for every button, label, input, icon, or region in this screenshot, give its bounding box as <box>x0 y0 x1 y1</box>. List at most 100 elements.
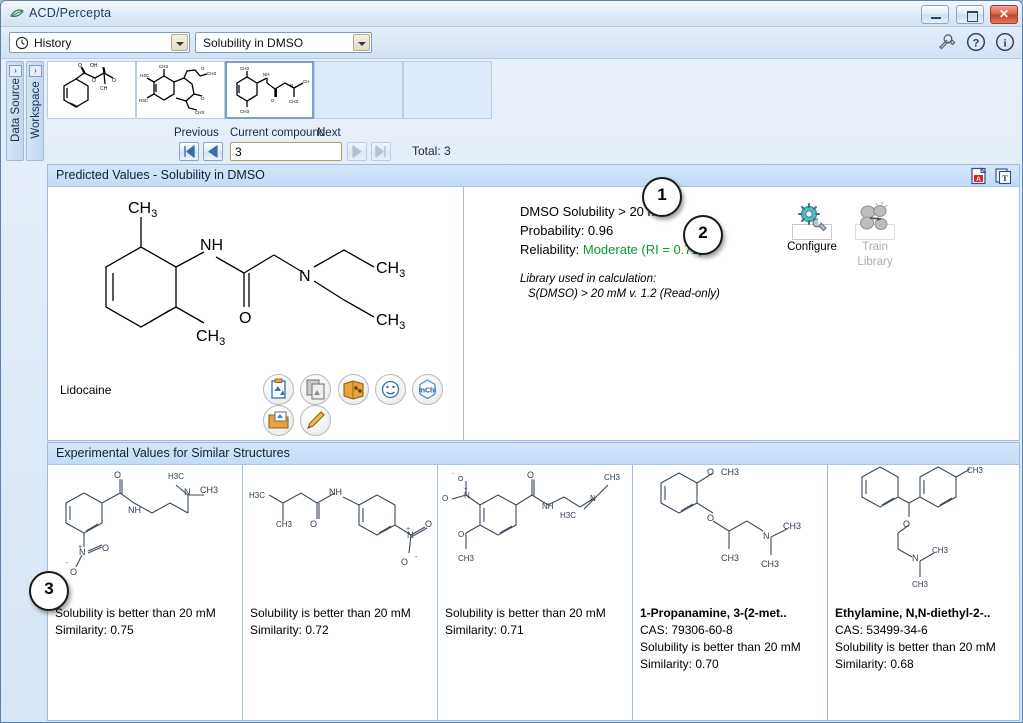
configure-button[interactable]: Configure <box>780 200 844 254</box>
current-compound-input[interactable] <box>230 142 342 161</box>
svg-text:N: N <box>184 487 191 497</box>
svg-text:CH3: CH3 <box>783 521 801 531</box>
svg-text:O: O <box>201 66 205 71</box>
svg-text:CH3: CH3 <box>761 559 779 569</box>
sidebar-tab-label: Data Source <box>10 75 22 145</box>
thumbnail-lidocaine[interactable]: CH3 CH3 NH O N CH CH3 <box>225 61 314 119</box>
open-file-button[interactable] <box>263 405 294 436</box>
thumbnail-empty-2[interactable] <box>403 61 492 119</box>
history-dropdown[interactable]: History <box>9 32 190 53</box>
similar-structure-card[interactable]: O CH3 O CH3 N CH3 CH3 1-Propanamine, 3-(… <box>633 465 828 720</box>
svg-text:O: O <box>102 543 109 553</box>
close-button[interactable]: ✕ <box>990 5 1018 24</box>
predicted-values-header: Predicted Values - Solubility in DMSO A … <box>48 165 1019 187</box>
svg-text:H3C: H3C <box>560 511 576 520</box>
svg-text:-: - <box>415 554 418 561</box>
svg-text:+: + <box>78 544 82 551</box>
sidebar-tab-data-source[interactable]: › Data Source <box>6 61 24 161</box>
previous-compound-button[interactable] <box>203 142 223 161</box>
similar-structure-card[interactable]: O NH N CH3 H3C O - N + O O CH3 <box>438 465 633 720</box>
gear-wrench-icon <box>792 224 832 240</box>
svg-text:CH3: CH3 <box>196 328 225 348</box>
export-report-icon[interactable]: T <box>994 167 1013 185</box>
svg-text:CH3: CH3 <box>240 109 249 114</box>
predicted-values-body: CH3 CH3 NH O N CH3 CH3 Lidocaine <box>48 187 1019 440</box>
info-icon[interactable]: i <box>994 31 1016 53</box>
smiles-button[interactable] <box>375 374 406 405</box>
svg-text:H3C: H3C <box>249 491 265 500</box>
first-compound-button[interactable] <box>179 142 199 161</box>
svg-text:+: + <box>464 487 468 493</box>
inchi-button[interactable]: InChI <box>412 374 443 405</box>
previous-label: Previous <box>174 127 219 139</box>
card-solubility: Solubility is better than 20 mM <box>640 639 822 656</box>
card-name: 1-Propanamine, 3-(2-met.. <box>640 605 822 622</box>
svg-text:CH3: CH3 <box>721 467 739 477</box>
svg-text:O: O <box>78 63 82 69</box>
reliability-result: Reliability: Moderate (RI = 0.71) <box>520 242 703 257</box>
svg-text:A: A <box>976 176 981 183</box>
probability-result: Probability: 0.96 <box>520 223 613 238</box>
card-text: Ethylamine, N,N-diethyl-2-.. CAS: 53499-… <box>835 605 1014 673</box>
svg-text:CH3: CH3 <box>240 66 249 71</box>
help-icon[interactable]: ? <box>965 31 987 53</box>
last-compound-button[interactable] <box>371 142 391 161</box>
predicted-values-title: Predicted Values - Solubility in DMSO <box>56 168 265 182</box>
history-dropdown-value: History <box>34 36 71 50</box>
svg-text:O: O <box>401 557 408 567</box>
svg-text:N: N <box>290 83 293 88</box>
svg-text:CH3: CH3 <box>128 200 157 220</box>
svg-text:NH: NH <box>263 72 270 77</box>
svg-text:T: T <box>1002 173 1008 183</box>
wrench-icon[interactable] <box>935 31 957 53</box>
chevron-down-icon[interactable] <box>353 34 370 51</box>
main-structure-cell: CH3 CH3 NH O N CH3 CH3 Lidocaine <box>48 187 464 440</box>
svg-text:O: O <box>425 519 432 529</box>
svg-text:CH3: CH3 <box>458 554 475 563</box>
sidebar-tab-workspace[interactable]: › Workspace <box>26 61 44 161</box>
svg-text:-: - <box>452 471 454 477</box>
edit-structure-button[interactable] <box>300 405 331 436</box>
restore-button[interactable] <box>956 5 984 24</box>
similar-structure-card[interactable]: CH3 O N CH3 CH3 Ethylamine, N,N-diethyl-… <box>828 465 1019 720</box>
predicted-values-panel: Predicted Values - Solubility in DMSO A … <box>47 164 1020 441</box>
structure-image: O NH H3C N CH3 N + O O - <box>48 465 242 591</box>
structure-tool-bar: InChI <box>260 374 463 436</box>
svg-text:O: O <box>707 467 714 477</box>
paste-structure-button[interactable] <box>263 374 294 405</box>
next-compound-button[interactable] <box>347 142 367 161</box>
thumbnail-empty-1[interactable] <box>314 61 403 119</box>
clock-icon <box>15 36 29 50</box>
minimize-button[interactable] <box>921 5 949 24</box>
module-dropdown[interactable]: Solubility in DMSO <box>195 32 372 53</box>
structure-image: O NH N CH3 H3C O - N + O O CH3 <box>438 465 632 591</box>
svg-text:CH3: CH3 <box>289 99 298 104</box>
svg-text:CH3: CH3 <box>967 466 984 475</box>
svg-text:CH3: CH3 <box>207 71 216 76</box>
card-solubility: Solubility is better than 20 mM <box>250 605 432 622</box>
compound-thumbnail-strip: O OH O O CH H3C H3C CH3 <box>47 61 1020 121</box>
svg-text:O: O <box>903 519 910 529</box>
similar-structure-card[interactable]: H3C CH3 O NH N + O O - Solubility is bet… <box>243 465 438 720</box>
dictionary-button[interactable] <box>338 374 369 405</box>
svg-text:O: O <box>458 530 464 539</box>
svg-text:NH: NH <box>128 505 141 515</box>
card-similarity: Similarity: 0.72 <box>250 622 432 639</box>
card-cas: CAS: 53499-34-6 <box>835 622 1014 639</box>
thumbnail-colchicine[interactable]: H3C H3C CH3 O CH3 O CH3 <box>136 61 225 119</box>
copy-structure-button[interactable] <box>300 374 331 405</box>
svg-text:CH3: CH3 <box>195 110 204 115</box>
svg-text:O: O <box>114 470 121 480</box>
svg-text:H3C: H3C <box>139 98 149 103</box>
train-library-button[interactable]: TrainLibrary <box>843 200 907 269</box>
svg-text:O: O <box>70 567 77 577</box>
similar-structure-card[interactable]: O NH H3C N CH3 N + O O - Solubility is b… <box>48 465 243 720</box>
svg-text:O: O <box>239 310 251 327</box>
chevron-down-icon[interactable] <box>171 34 188 51</box>
svg-text:CH3: CH3 <box>604 473 621 482</box>
svg-text:-: - <box>66 560 69 567</box>
svg-text:O: O <box>442 494 448 503</box>
svg-text:CH3: CH3 <box>721 553 739 563</box>
thumbnail-aspirin[interactable]: O OH O O CH <box>47 61 136 119</box>
export-pdf-icon[interactable]: A <box>969 167 988 185</box>
